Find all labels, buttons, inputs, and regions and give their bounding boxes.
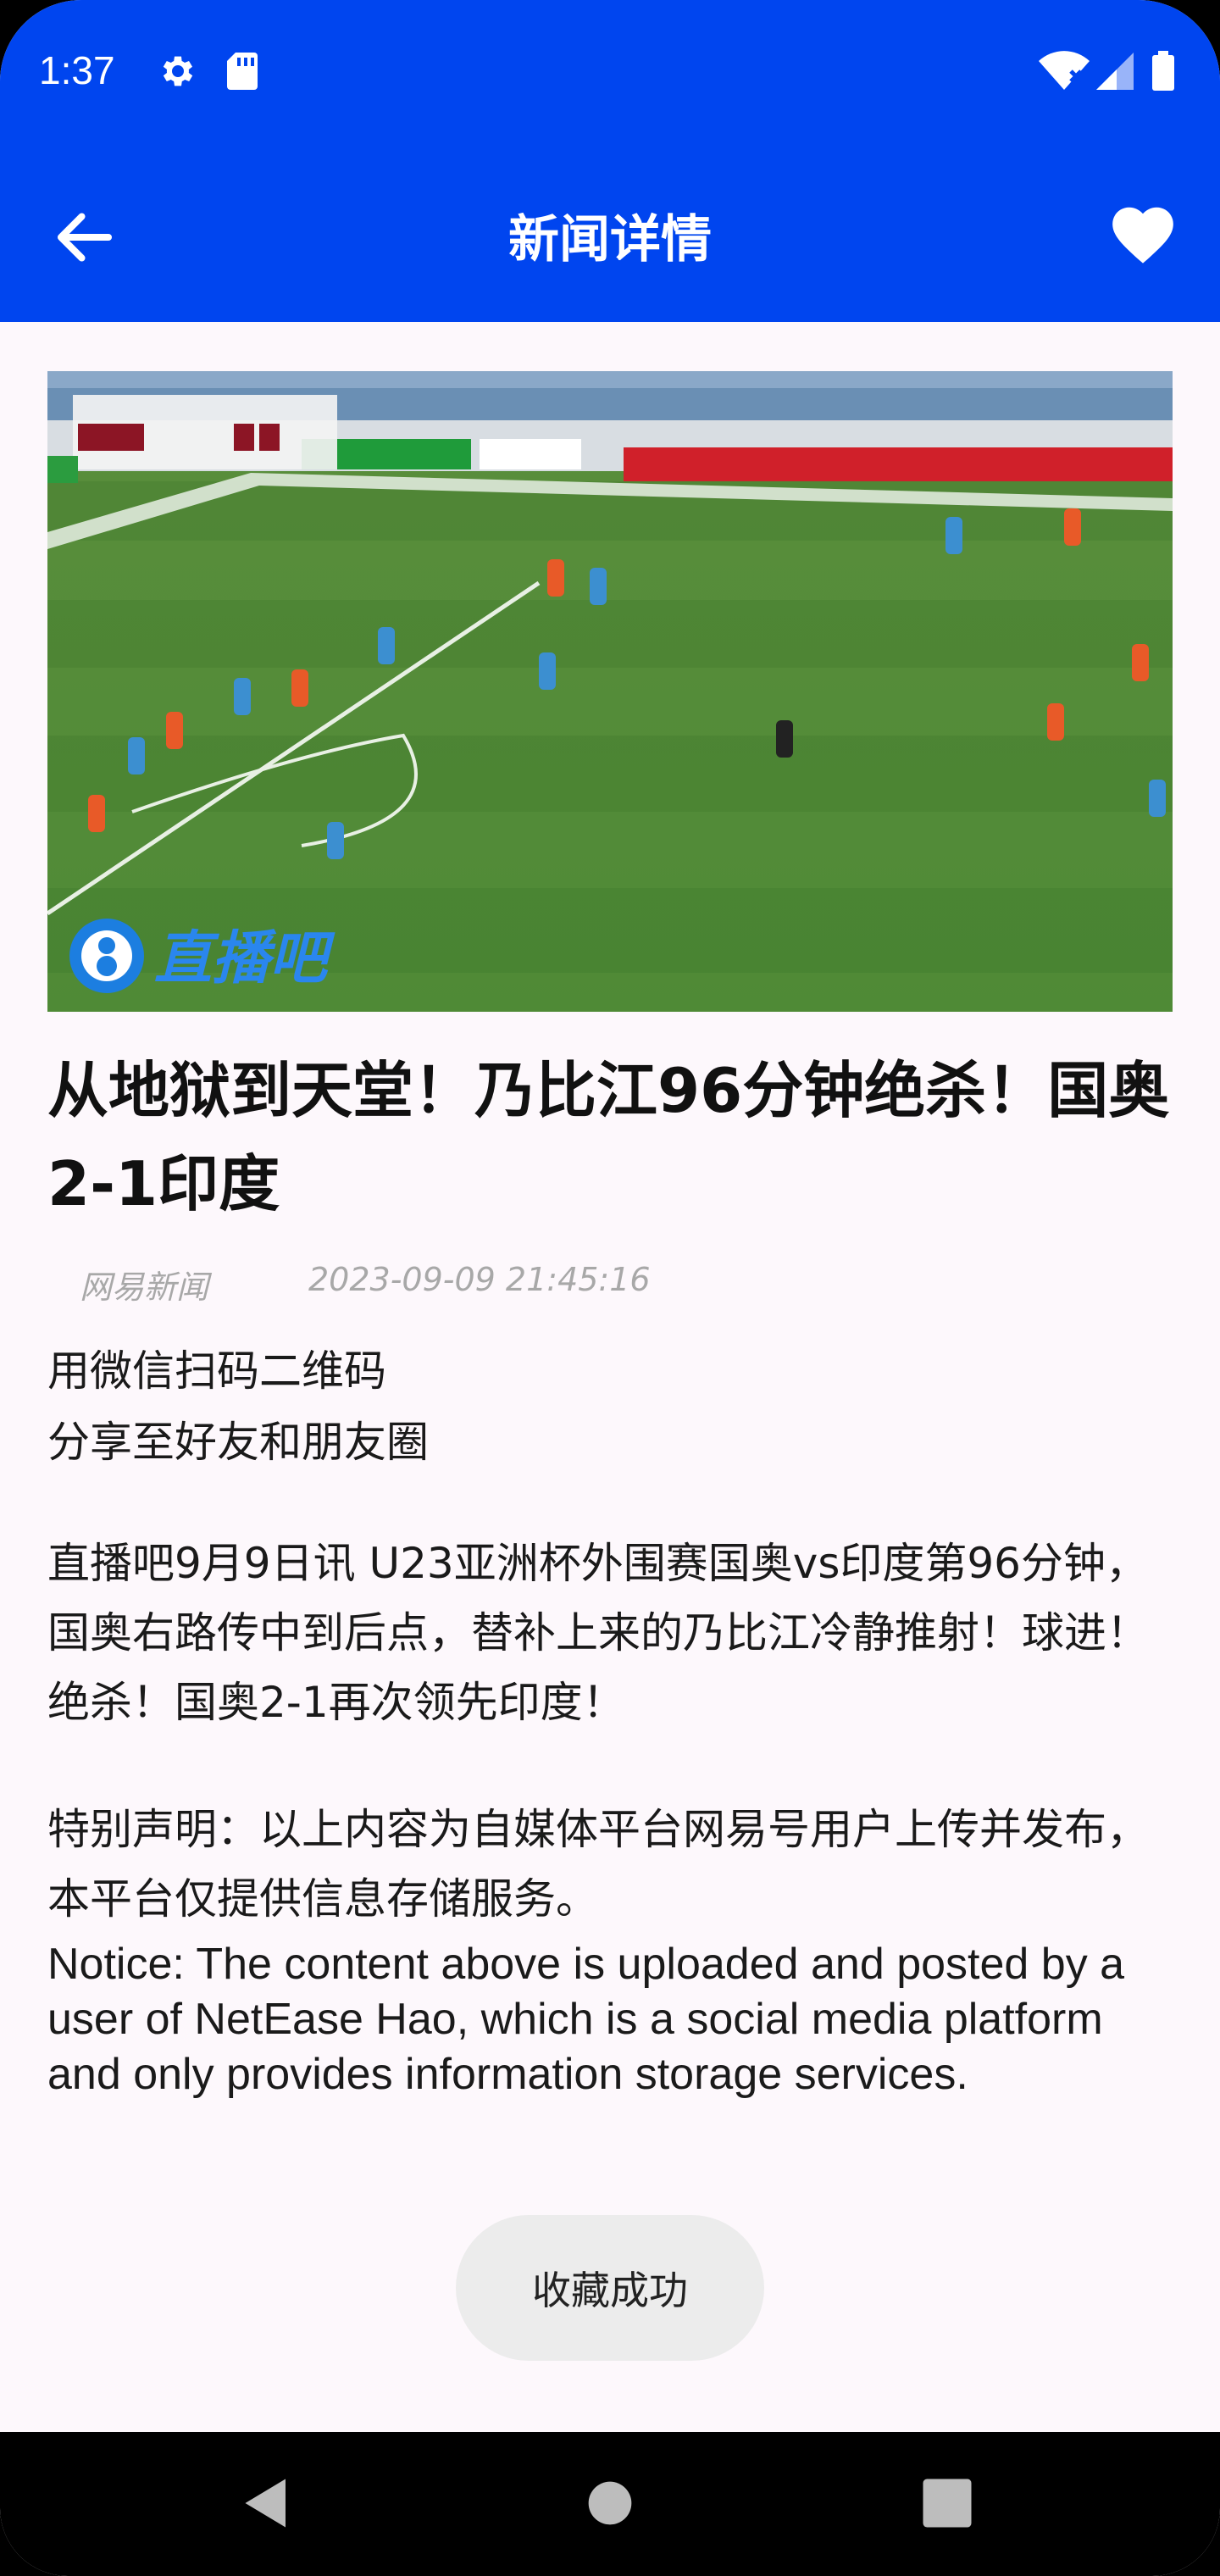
back-triangle-icon[interactable] <box>237 2471 302 2535</box>
sd-card-icon <box>227 53 258 90</box>
app-screen: 1:37 新闻详情 直播吧 从地狱到天堂！乃比江96分钟绝杀！国奥2-1印度 网… <box>0 0 1220 2576</box>
watermark-text: 直播吧 <box>154 925 336 992</box>
share-hint: 用微信扫码二维码 分享至好友和朋友圈 <box>47 1335 1174 1478</box>
article-image: 直播吧 <box>47 371 1173 1012</box>
article-paragraph: 直播吧9月9日讯 U23亚洲杯外围赛国奥vs印度第96分钟，国奥右路传中到后点，… <box>47 1539 1149 1727</box>
share-line-1: 用微信扫码二维码 <box>47 1346 386 1396</box>
gear-icon <box>163 56 193 86</box>
status-time: 1:37 <box>39 48 115 92</box>
article-statement: 特别声明：以上内容为自媒体平台网易号用户上传并发布，本平台仅提供信息存储服务。 <box>47 1805 1149 1924</box>
heart-icon[interactable] <box>1106 198 1179 271</box>
app-bar: 新闻详情 <box>0 153 1220 322</box>
article-datetime: 2023-09-09 21:45:16 <box>308 1261 651 1298</box>
article-source: 网易新闻 <box>80 1269 209 1306</box>
recents-square-icon[interactable] <box>915 2471 979 2535</box>
share-line-2: 分享至好友和朋友圈 <box>47 1418 429 1467</box>
page-title: 新闻详情 <box>508 210 712 269</box>
navigation-bar <box>0 2432 1220 2576</box>
battery-icon <box>1152 51 1174 91</box>
status-bar: 1:37 <box>0 0 1220 153</box>
home-circle-icon[interactable] <box>578 2471 642 2535</box>
article-title: 从地狱到天堂！乃比江96分钟绝杀！国奥2-1印度 <box>47 1055 1170 1219</box>
signal-icon <box>1096 53 1134 90</box>
wifi-icon <box>1039 51 1090 90</box>
toast-message: 收藏成功 <box>456 2215 764 2361</box>
article-notice: Notice: The content above is uploaded an… <box>47 1940 1125 2099</box>
